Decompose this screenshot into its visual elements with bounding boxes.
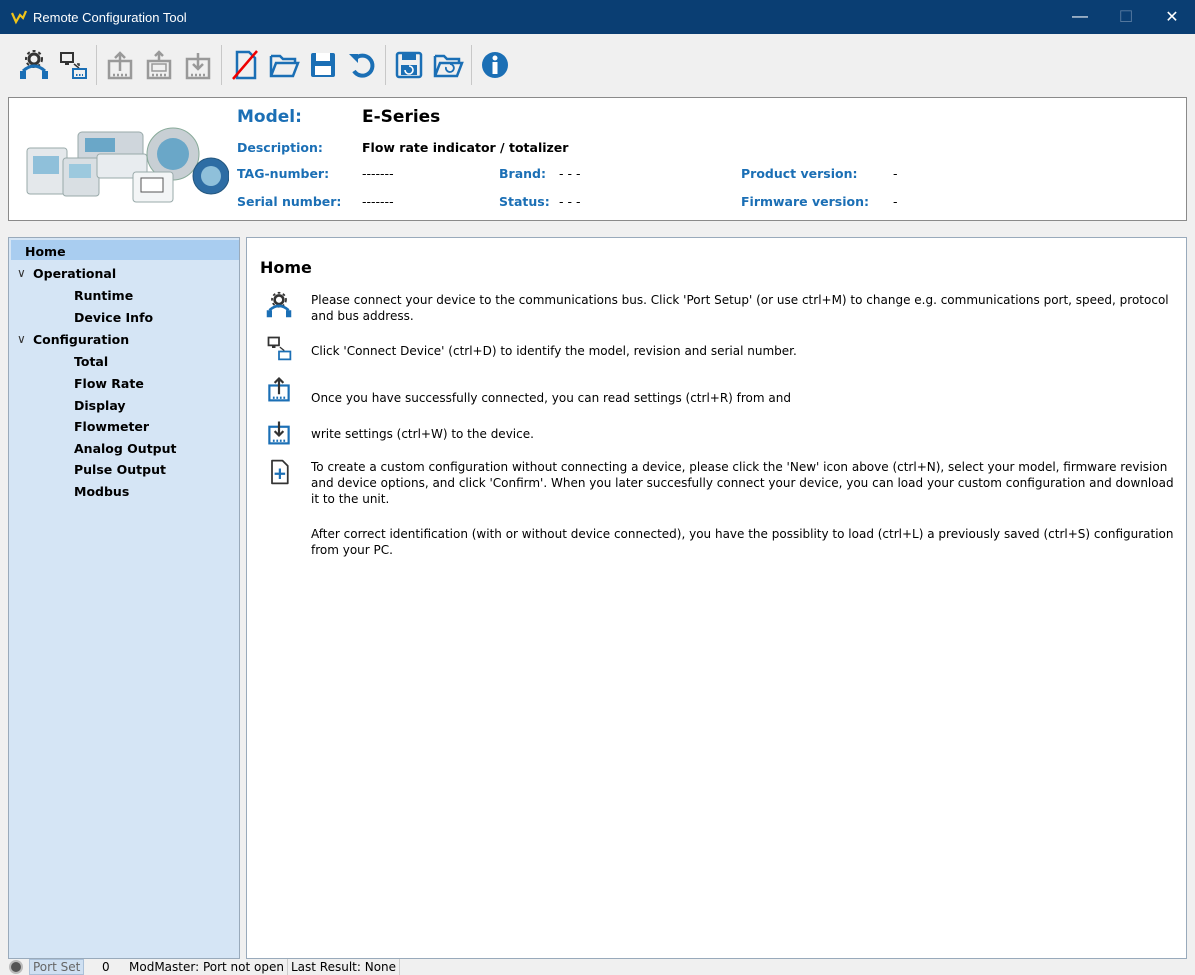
undo-button[interactable]	[344, 45, 380, 85]
device-info-header: Model: E-Series Description: Flow rate i…	[8, 97, 1187, 221]
undo-icon	[349, 53, 375, 78]
connection-status-led-icon	[9, 960, 23, 974]
save-pc-icon	[395, 51, 423, 79]
write-settings-button[interactable]	[180, 45, 216, 85]
firmware-version-value: -	[893, 194, 898, 209]
read-settings-button[interactable]	[102, 45, 138, 85]
connect-device-button[interactable]	[55, 45, 91, 85]
tree-item-device-info[interactable]: Device Info	[74, 310, 153, 325]
toolbar-separator	[385, 45, 386, 85]
status-label: Status:	[499, 194, 550, 209]
chevron-down-icon[interactable]: ∨	[17, 332, 26, 346]
brand-value: - - -	[559, 166, 581, 181]
save-button[interactable]	[305, 45, 341, 85]
status-value: - - -	[559, 194, 581, 209]
toolbar-separator	[471, 45, 472, 85]
close-button[interactable]: ✕	[1149, 0, 1195, 34]
serial-number-label: Serial number:	[237, 194, 342, 209]
help-text-load-config: After correct identification (with or wi…	[311, 527, 1174, 557]
write-settings-icon	[268, 421, 290, 445]
toolbar	[0, 34, 1195, 96]
new-config-icon	[271, 459, 289, 485]
tree-item-home[interactable]: Home	[25, 244, 66, 259]
tree-item-flowmeter[interactable]: Flowmeter	[74, 419, 149, 434]
navigation-tree: Home ∨ Operational Runtime Device Info ∨…	[8, 237, 240, 959]
read-settings-icon	[268, 376, 290, 402]
tree-item-operational[interactable]: Operational	[33, 266, 116, 281]
brand-label: Brand:	[499, 166, 546, 181]
maximize-button[interactable]: ☐	[1103, 0, 1149, 34]
tree-item-runtime[interactable]: Runtime	[74, 288, 133, 303]
info-button[interactable]	[477, 45, 513, 85]
tree-item-modbus[interactable]: Modbus	[74, 484, 129, 499]
help-text-connect-device: Click 'Connect Device' (ctrl+D) to ident…	[311, 344, 797, 358]
connect-device-icon	[267, 336, 292, 361]
model-value: E-Series	[362, 107, 441, 127]
save-to-pc-button[interactable]	[391, 45, 427, 85]
toolbar-separator	[221, 45, 222, 85]
product-version-value: -	[893, 166, 898, 181]
load-from-pc-button[interactable]	[430, 45, 466, 85]
help-text-write-settings: write settings (ctrl+W) to the device.	[311, 427, 534, 441]
description-value: Flow rate indicator / totalizer	[362, 140, 569, 155]
toolbar-separator	[96, 45, 97, 85]
status-bar: Port Set 0 ModMaster: Port not open Last…	[0, 959, 1195, 975]
description-label: Description:	[237, 140, 323, 155]
serial-number-value: -------	[362, 194, 394, 209]
help-text-port-setup: Please connect your device to the commun…	[311, 293, 1169, 323]
open-button[interactable]	[266, 45, 302, 85]
product-family-image	[23, 110, 229, 210]
tag-number-value: -------	[362, 166, 394, 181]
tree-item-analog-output[interactable]: Analog Output	[74, 441, 177, 456]
main-content-panel: Home Please connect your device to the c…	[246, 237, 1187, 959]
title-bar: Remote Configuration Tool — ☐ ✕	[0, 0, 1195, 34]
firmware-version-label: Firmware version:	[741, 194, 869, 209]
product-version-label: Product version:	[741, 166, 858, 181]
port-setup-status-button[interactable]: Port Set	[29, 959, 84, 975]
tree-item-total[interactable]: Total	[74, 354, 108, 369]
tree-item-pulse-output[interactable]: Pulse Output	[74, 462, 166, 477]
app-logo-icon	[11, 10, 27, 25]
tree-item-flow-rate[interactable]: Flow Rate	[74, 376, 144, 391]
info-icon	[482, 52, 508, 78]
tag-number-label: TAG-number:	[237, 166, 330, 181]
tree-item-display[interactable]: Display	[74, 398, 126, 413]
modmaster-status: ModMaster: Port not open	[126, 959, 288, 975]
message-count: 0	[102, 960, 110, 974]
page-title: Home	[260, 258, 312, 277]
open-folder-icon	[269, 54, 300, 78]
help-text-new-config: To create a custom configuration without…	[311, 460, 1174, 506]
model-label: Model:	[237, 107, 302, 127]
read-log-button[interactable]	[141, 45, 177, 85]
port-setup-button[interactable]	[16, 45, 52, 85]
new-config-icon	[232, 50, 258, 80]
chevron-down-icon[interactable]: ∨	[17, 266, 26, 280]
help-text-read-settings: Once you have successfully connected, yo…	[311, 391, 791, 405]
last-result-status: Last Result: None	[288, 959, 401, 975]
connect-device-icon	[60, 52, 87, 79]
minimize-button[interactable]: —	[1057, 0, 1103, 34]
port-setup-icon	[266, 291, 292, 318]
tree-item-configuration[interactable]: Configuration	[33, 332, 129, 347]
window-title: Remote Configuration Tool	[33, 9, 187, 25]
write-settings-icon	[185, 53, 211, 80]
new-config-button[interactable]	[227, 45, 263, 85]
read-log-icon	[146, 50, 172, 80]
load-pc-icon	[433, 54, 464, 78]
save-icon	[311, 53, 335, 77]
port-setup-icon	[20, 50, 48, 79]
read-settings-icon	[107, 51, 133, 80]
